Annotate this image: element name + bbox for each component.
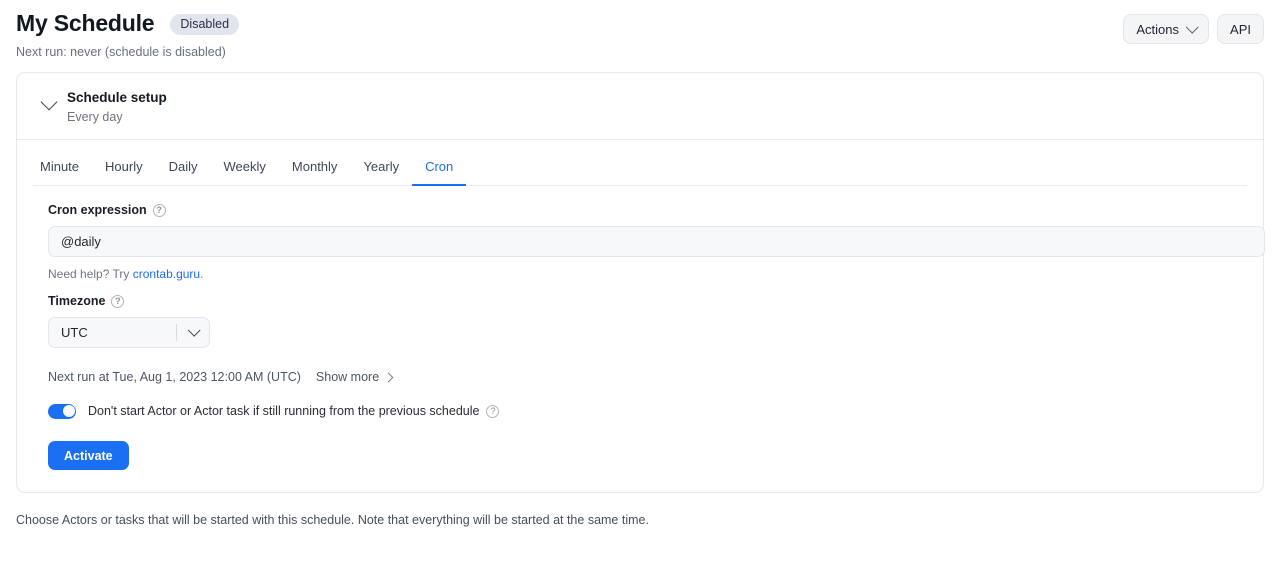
schedule-setup-header[interactable]: Schedule setup Every day [17, 73, 1263, 140]
crontab-guru-link[interactable]: crontab.guru [133, 267, 200, 281]
no-overlap-toggle[interactable] [48, 403, 76, 419]
show-more-button[interactable]: Show more [315, 369, 394, 385]
help-circle-icon[interactable]: ? [486, 404, 500, 418]
status-badge: Disabled [170, 13, 240, 35]
header-actions: Actions API [1123, 14, 1264, 44]
api-button[interactable]: API [1217, 14, 1264, 44]
tab-minute[interactable]: Minute [33, 151, 92, 186]
no-overlap-toggle-row: Don't start Actor or Actor task if still… [48, 403, 1247, 419]
timezone-select[interactable]: UTC [48, 317, 210, 348]
show-more-label: Show more [315, 370, 380, 384]
next-run-subtitle: Next run: never (schedule is disabled) [16, 45, 226, 59]
page-title: My Schedule [16, 10, 155, 36]
timezone-label-row: Timezone ? [48, 293, 1247, 309]
timezone-select-arrow[interactable] [177, 324, 209, 337]
schedule-setup-subtitle: Every day [67, 110, 123, 124]
schedule-setup-header-texts: Schedule setup Every day [67, 89, 167, 125]
schedule-interval-tabs: Minute Hourly Daily Weekly Monthly Yearl… [33, 140, 1247, 186]
tab-monthly[interactable]: Monthly [279, 151, 351, 186]
next-run-text: Next run at Tue, Aug 1, 2023 12:00 AM (U… [48, 370, 301, 384]
actions-button-label: Actions [1136, 21, 1180, 37]
tab-yearly[interactable]: Yearly [350, 151, 412, 186]
activate-button[interactable]: Activate [48, 441, 129, 470]
page-header: My Schedule Disabled Next run: never (sc… [0, 0, 1280, 72]
schedule-setup-body: Minute Hourly Daily Weekly Monthly Yearl… [17, 140, 1265, 492]
timezone-select-value: UTC [61, 325, 88, 340]
footer-note: Choose Actors or tasks that will be star… [16, 513, 649, 527]
cron-expression-label: Cron expression [48, 203, 147, 217]
chevron-right-icon [383, 372, 394, 382]
timezone-label: Timezone [48, 294, 106, 308]
api-button-label: API [1230, 21, 1251, 37]
cron-expression-input[interactable] [48, 226, 1265, 257]
title-row: My Schedule Disabled [16, 8, 1264, 38]
help-circle-icon[interactable]: ? [111, 294, 125, 308]
next-run-row: Next run at Tue, Aug 1, 2023 12:00 AM (U… [48, 369, 1247, 385]
chevron-down-icon[interactable] [40, 93, 58, 111]
chevron-down-icon [1185, 20, 1199, 34]
cron-form: Cron expression ? Need help? Try crontab… [33, 186, 1265, 492]
cron-expression-label-row: Cron expression ? [48, 202, 1247, 218]
toggle-knob [62, 405, 75, 417]
cron-help-hint-prefix: Need help? Try [48, 267, 133, 281]
tab-hourly[interactable]: Hourly [92, 151, 156, 186]
actions-button[interactable]: Actions [1123, 14, 1210, 44]
tab-cron[interactable]: Cron [412, 151, 467, 186]
cron-help-hint-suffix: . [200, 267, 204, 281]
schedule-setup-card: Schedule setup Every day Minute Hourly D… [16, 72, 1265, 493]
tab-daily[interactable]: Daily [156, 151, 211, 186]
cron-help-hint: Need help? Try crontab.guru. [48, 266, 1247, 282]
no-overlap-toggle-label: Don't start Actor or Actor task if still… [88, 404, 480, 418]
tab-weekly[interactable]: Weekly [211, 151, 279, 186]
help-circle-icon[interactable]: ? [152, 203, 166, 217]
no-overlap-toggle-label-row: Don't start Actor or Actor task if still… [88, 403, 500, 419]
schedule-setup-title: Schedule setup [67, 90, 167, 105]
chevron-down-icon [187, 324, 201, 337]
